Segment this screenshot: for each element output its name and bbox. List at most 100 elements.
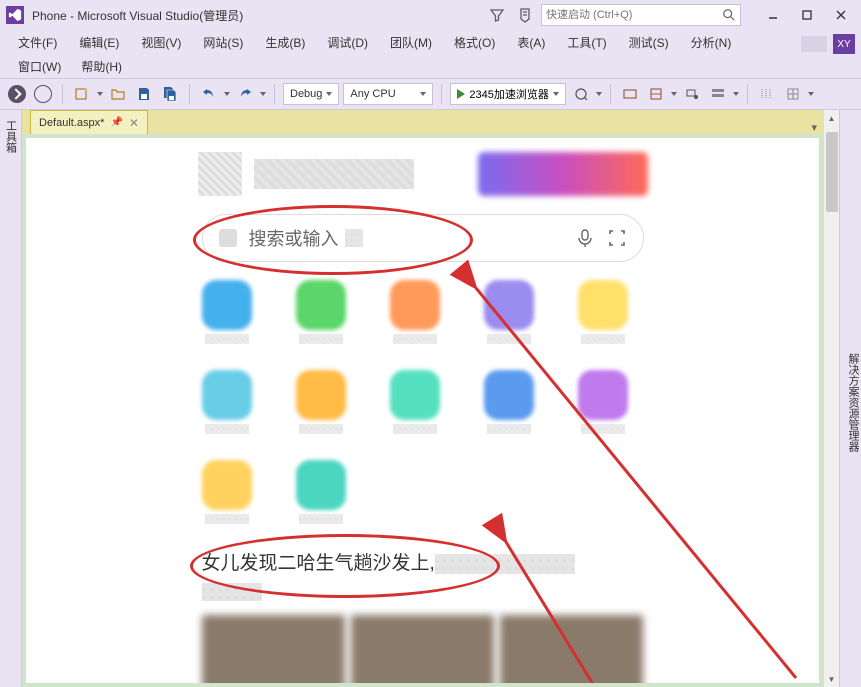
app-icon-3[interactable]: [484, 280, 534, 344]
app-icon-7[interactable]: [390, 370, 440, 434]
right-rail-solution-explorer[interactable]: 解决方案资源管理器: [845, 353, 861, 452]
app-icon-2[interactable]: [390, 280, 440, 344]
quick-launch-input[interactable]: [546, 9, 722, 21]
save-button[interactable]: [133, 86, 155, 102]
news-headline[interactable]: 女儿发现二哈生气趟沙发上,: [202, 550, 644, 579]
notification-icon[interactable]: [517, 7, 533, 23]
nav-back-button[interactable]: [6, 83, 28, 105]
thumbnail-2[interactable]: [351, 615, 494, 684]
close-button[interactable]: [827, 4, 855, 26]
run-button[interactable]: 2345加速浏览器: [450, 83, 565, 105]
user-placeholder[interactable]: [801, 36, 827, 52]
redo-caret[interactable]: [260, 92, 266, 96]
new-project-caret[interactable]: [97, 92, 103, 96]
user-badge[interactable]: XY: [833, 34, 855, 54]
scan-icon[interactable]: [607, 228, 627, 248]
app-tile-icon: [484, 280, 534, 330]
headline-blur-2: [202, 583, 262, 601]
app-tile-icon: [390, 370, 440, 420]
platform-dropdown[interactable]: Any CPU: [343, 83, 433, 105]
app-icon-9[interactable]: [578, 370, 628, 434]
search-icon: [722, 8, 736, 22]
undo-button[interactable]: [198, 86, 220, 102]
menu-window[interactable]: 窗口(W): [8, 56, 71, 77]
titlebar: Phone - Microsoft Visual Studio(管理员) XY: [0, 0, 861, 30]
browser-select-button[interactable]: [570, 86, 592, 102]
app-icon-8[interactable]: [484, 370, 534, 434]
news-thumbnails: [202, 615, 644, 684]
scroll-thumb[interactable]: [826, 132, 838, 212]
editor-content: 搜索或输入 女儿发现二哈生气趟沙发上,: [22, 134, 823, 687]
app-icon-5[interactable]: [202, 370, 252, 434]
menubar: 文件(F) 编辑(E) 视图(V) 网站(S) 生成(B) 调试(D) 团队(M…: [0, 30, 861, 54]
thumbnail-1[interactable]: [202, 615, 345, 684]
nav-forward-button[interactable]: [32, 83, 54, 105]
window-title: Phone - Microsoft Visual Studio(管理员): [32, 7, 243, 24]
app-icon-0[interactable]: [202, 280, 252, 344]
search-placeholder-text: 搜索或输入: [249, 225, 339, 251]
funnel-icon[interactable]: [489, 7, 505, 23]
menu-build[interactable]: 生成(B): [255, 32, 315, 53]
tab-overflow-caret[interactable]: ▾: [811, 121, 823, 134]
app-icon-4[interactable]: [578, 280, 628, 344]
menu-tools[interactable]: 工具(T): [557, 32, 616, 53]
scroll-down-arrow[interactable]: ▼: [824, 671, 839, 687]
menu-website[interactable]: 网站(S): [193, 32, 253, 53]
mic-icon[interactable]: [575, 228, 595, 248]
scroll-up-arrow[interactable]: ▲: [824, 110, 839, 126]
phone-header: [188, 144, 658, 204]
app-icon-10[interactable]: [202, 460, 252, 524]
tb-misc-3[interactable]: [681, 86, 703, 102]
menu-help[interactable]: 帮助(H): [71, 56, 132, 77]
design-canvas[interactable]: 搜索或输入 女儿发现二哈生气趟沙发上,: [26, 138, 819, 683]
app-label-placeholder: [299, 514, 343, 524]
open-file-button[interactable]: [107, 86, 129, 102]
menu-format[interactable]: 格式(O): [444, 32, 505, 53]
tb-misc-5[interactable]: [756, 86, 778, 102]
app-tile-icon: [296, 370, 346, 420]
menu-test[interactable]: 测试(S): [619, 32, 679, 53]
undo-caret[interactable]: [224, 92, 230, 96]
search-text-blur: [345, 229, 363, 247]
phone-searchbar[interactable]: 搜索或输入: [202, 214, 644, 262]
editor-area: Default.aspx* 📌 ✕ ▾ 搜索或输入: [22, 110, 823, 687]
app-label-placeholder: [299, 334, 343, 344]
menu-view[interactable]: 视图(V): [131, 32, 191, 53]
tab-close-icon[interactable]: ✕: [129, 116, 139, 130]
phone-view: 搜索或输入 女儿发现二哈生气趟沙发上,: [188, 144, 658, 683]
headline-blur: [435, 554, 575, 574]
tb-misc-2[interactable]: [645, 86, 667, 102]
left-rail-toolbox[interactable]: 工具箱: [0, 110, 22, 687]
maximize-button[interactable]: [793, 4, 821, 26]
app-tile-icon: [390, 280, 440, 330]
tb-misc-6[interactable]: [782, 86, 804, 102]
redo-button[interactable]: [234, 86, 256, 102]
tab-pin-icon[interactable]: 📌: [110, 117, 122, 128]
save-all-button[interactable]: [159, 86, 181, 102]
menu-analyze[interactable]: 分析(N): [681, 32, 742, 53]
app-icon-1[interactable]: [296, 280, 346, 344]
app-label-placeholder: [487, 424, 531, 434]
quick-launch-box[interactable]: [541, 4, 741, 26]
menu-team[interactable]: 团队(M): [380, 32, 442, 53]
menu-file[interactable]: 文件(F): [8, 32, 67, 53]
app-icon-11[interactable]: [296, 460, 346, 524]
tb-misc-4[interactable]: [707, 86, 729, 102]
menu-edit[interactable]: 编辑(E): [69, 32, 129, 53]
app-tile-icon: [296, 280, 346, 330]
browser-caret[interactable]: [596, 92, 602, 96]
file-tab-default-aspx[interactable]: Default.aspx* 📌 ✕: [30, 110, 148, 134]
vertical-scrollbar[interactable]: ▲ ▼: [823, 110, 839, 687]
thumbnail-3[interactable]: [500, 615, 643, 684]
menu-debug[interactable]: 调试(D): [317, 32, 378, 53]
tb-misc-1[interactable]: [619, 86, 641, 102]
right-rail: 解决方案资源管理器 团队资源管理器 属性: [839, 110, 861, 687]
new-project-button[interactable]: [71, 86, 93, 102]
run-target-label: 2345加速浏览器: [469, 86, 548, 102]
app-label-placeholder: [393, 334, 437, 344]
config-dropdown[interactable]: Debug: [283, 83, 339, 105]
menubar-row2: 窗口(W) 帮助(H): [0, 54, 861, 78]
minimize-button[interactable]: [759, 4, 787, 26]
app-icon-6[interactable]: [296, 370, 346, 434]
menu-table[interactable]: 表(A): [507, 32, 555, 53]
